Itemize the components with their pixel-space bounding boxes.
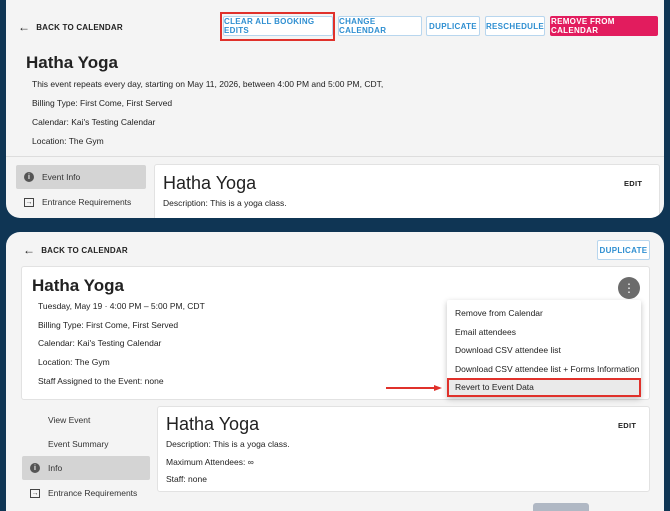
sidebar-item-label: Entrance Requirements: [42, 197, 132, 207]
reschedule-button[interactable]: RESCHEDULE: [485, 16, 545, 36]
menu-item-revert-to-event-data[interactable]: Revert to Event Data: [447, 378, 641, 397]
edit-button[interactable]: EDIT: [618, 421, 636, 430]
sidebar-item-event-summary[interactable]: Event Summary: [28, 434, 156, 454]
more-actions-menu: Remove from Calendar Email attendees Dow…: [447, 300, 641, 397]
back-label: BACK TO CALENDAR: [41, 245, 128, 255]
event-detail-card: Hatha Yoga EDIT Description: This is a y…: [154, 164, 660, 218]
edit-button[interactable]: EDIT: [624, 179, 642, 188]
duplicate-button[interactable]: DUPLICATE: [426, 16, 480, 36]
info-icon: i: [30, 463, 40, 473]
entrance-icon: →: [24, 197, 34, 207]
back-to-calendar-link[interactable]: ← BACK TO CALENDAR: [18, 20, 123, 34]
highlight-box-clear-edits: [220, 12, 335, 41]
sidebar-item-entrance-requirements[interactable]: → Entrance Requirements: [22, 484, 156, 502]
event-detail-card: Hatha Yoga EDIT Description: This is a y…: [157, 406, 650, 492]
sidebar-item-label: Event Info: [42, 172, 81, 182]
back-arrow-icon: ←: [18, 20, 31, 34]
sidebar-item-info[interactable]: i Info: [22, 456, 150, 480]
more-vertical-icon[interactable]: ⋮: [618, 277, 640, 299]
billing-type: Billing Type: First Come, First Served: [32, 98, 173, 108]
back-to-calendar-link[interactable]: ← BACK TO CALENDAR: [23, 243, 128, 257]
sidebar-item-label: Entrance Requirements: [48, 488, 138, 498]
duplicate-button[interactable]: DUPLICATE: [597, 240, 650, 260]
sidebar-item-event-info[interactable]: i Event Info: [16, 165, 146, 189]
description: Description: This is a yoga class.: [166, 439, 290, 449]
sidebar-item-label: Info: [48, 463, 63, 473]
remove-from-calendar-button[interactable]: REMOVE FROM CALENDAR: [550, 16, 658, 36]
occurrence-date-time: Tuesday, May 19 · 4:00 PM – 5:00 PM, CDT: [38, 301, 205, 311]
back-arrow-icon: ←: [23, 243, 36, 257]
billing-type: Billing Type: First Come, First Served: [38, 320, 179, 330]
staff-assigned: Staff Assigned to the Event: none: [38, 376, 164, 386]
info-icon: i: [24, 172, 34, 182]
change-calendar-button[interactable]: CHANGE CALENDAR: [338, 16, 422, 36]
calendar-name: Calendar: Kai's Testing Calendar: [32, 117, 156, 127]
staff: Staff: none: [166, 474, 207, 484]
panel-series-event: ← BACK TO CALENDAR CLEAR ALL BOOKING EDI…: [6, 0, 664, 218]
location: Location: The Gym: [32, 136, 104, 146]
location: Location: The Gym: [38, 357, 110, 367]
divider: [6, 156, 664, 157]
entrance-icon: →: [30, 488, 40, 498]
description: Description: This is a yoga class.: [163, 198, 287, 208]
scroll-handle[interactable]: [533, 503, 589, 511]
sidebar-item-label: Event Summary: [48, 439, 109, 449]
max-attendees: Maximum Attendees: ∞: [166, 457, 254, 467]
sidebar-item-label: View Event: [48, 415, 91, 425]
menu-item-download-csv[interactable]: Download CSV attendee list: [447, 341, 641, 360]
event-title: Hatha Yoga: [32, 276, 124, 295]
menu-item-email-attendees[interactable]: Email attendees: [447, 323, 641, 342]
sidebar-item-entrance-requirements[interactable]: → Entrance Requirements: [16, 192, 146, 212]
repeat-text: This event repeats every day, starting o…: [32, 79, 384, 89]
red-arrow-icon: [386, 385, 442, 391]
detail-title: Hatha Yoga: [163, 173, 257, 193]
back-label: BACK TO CALENDAR: [36, 22, 123, 32]
calendar-name: Calendar: Kai's Testing Calendar: [38, 338, 162, 348]
detail-title: Hatha Yoga: [166, 414, 260, 434]
menu-item-download-csv-forms[interactable]: Download CSV attendee list + Forms Infor…: [447, 360, 641, 379]
event-title: Hatha Yoga: [26, 53, 118, 72]
menu-item-remove-from-calendar[interactable]: Remove from Calendar: [447, 304, 641, 323]
sidebar-item-view-event[interactable]: View Event: [28, 410, 156, 430]
